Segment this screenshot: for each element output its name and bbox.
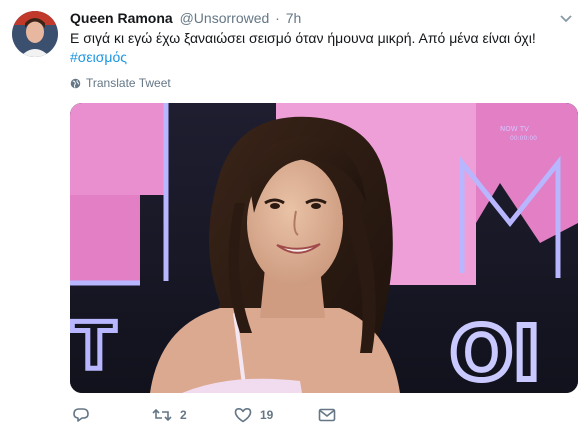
avatar[interactable] xyxy=(12,11,58,57)
svg-text:OI: OI xyxy=(450,311,540,393)
direct-message-button[interactable] xyxy=(318,408,358,422)
separator-dot: · xyxy=(275,10,280,26)
globe-icon xyxy=(70,78,81,88)
envelope-icon xyxy=(318,408,336,422)
tweet-timestamp[interactable]: 7h xyxy=(286,10,302,26)
retweet-count: 2 xyxy=(180,408,187,422)
hashtag-link[interactable]: #σεισμός xyxy=(70,48,127,67)
tweet-actions: 2 19 xyxy=(72,404,402,426)
reply-button[interactable] xyxy=(72,407,152,423)
translate-tweet-link[interactable]: Translate Tweet xyxy=(70,75,171,91)
media-watermark: NOW TV xyxy=(500,125,529,133)
reply-icon xyxy=(73,408,89,422)
tweet-card[interactable]: Queen Ramona @Unsorrowed · 7h Ε σιγά κι … xyxy=(0,0,583,438)
heart-icon xyxy=(234,408,252,423)
media-watermark-time: 00:00:00 xyxy=(510,135,537,142)
retweet-button[interactable]: 2 xyxy=(152,407,234,423)
tweet-text: Ε σιγά κι εγώ έχω ξαναιώσει σεισμό όταν … xyxy=(70,29,570,67)
translate-label: Translate Tweet xyxy=(86,76,171,90)
author-name[interactable]: Queen Ramona xyxy=(70,10,173,26)
author-handle[interactable]: @Unsorrowed xyxy=(180,10,270,26)
svg-text:T: T xyxy=(72,310,116,384)
tweet-body: Ε σιγά κι εγώ έχω ξαναιώσει σεισμό όταν … xyxy=(70,30,536,46)
tweet-header: Queen Ramona @Unsorrowed · 7h xyxy=(70,9,573,28)
like-count: 19 xyxy=(260,408,274,422)
tweet-media-image[interactable]: T OI NOW TV 00:00:00 xyxy=(70,103,578,393)
chevron-down-icon[interactable] xyxy=(559,14,573,24)
retweet-icon xyxy=(152,408,172,422)
like-button[interactable]: 19 xyxy=(234,407,318,423)
